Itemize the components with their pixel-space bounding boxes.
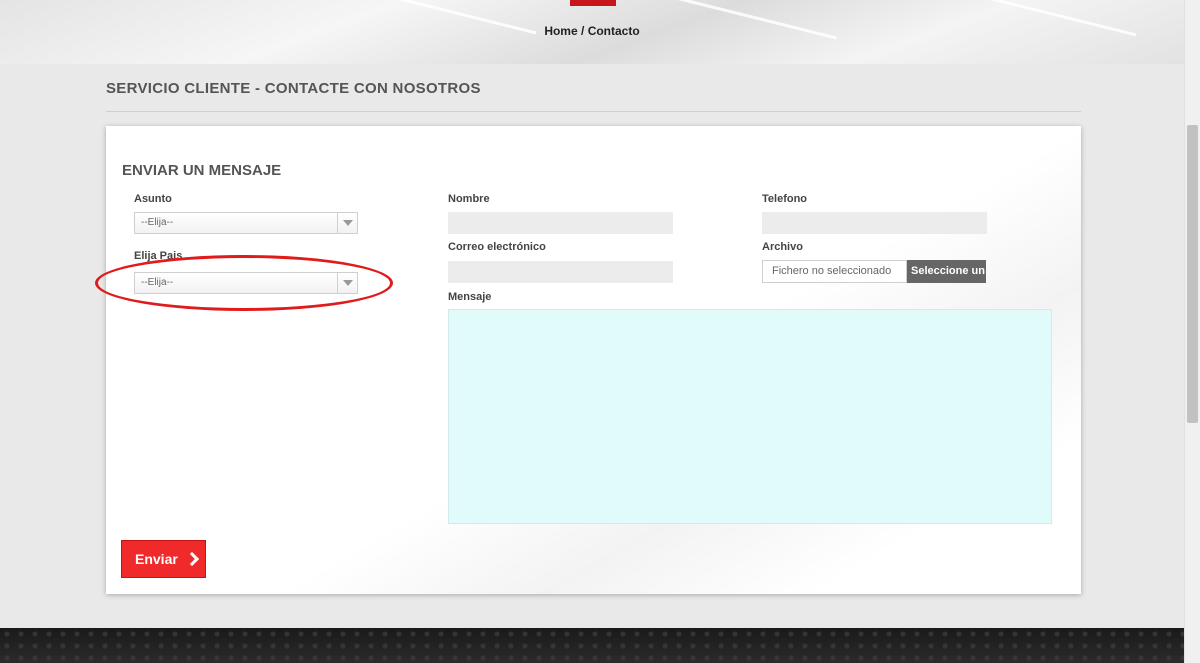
email-input[interactable] xyxy=(448,261,673,283)
breadcrumb-home-link[interactable]: Home xyxy=(544,24,577,38)
chevron-down-icon xyxy=(337,213,357,233)
asunto-label: Asunto xyxy=(134,193,172,205)
footer-pattern xyxy=(0,628,1184,663)
title-divider xyxy=(106,111,1081,112)
breadcrumb: Home / Contacto xyxy=(0,24,1184,38)
submit-label: Enviar xyxy=(135,551,178,567)
footer xyxy=(0,628,1184,663)
asunto-selected-value: --Elija-- xyxy=(141,217,174,228)
breadcrumb-separator: / xyxy=(581,24,585,38)
file-name-display: Fichero no seleccionado xyxy=(762,260,907,283)
scrollbar-thumb[interactable] xyxy=(1187,125,1198,423)
submit-button[interactable]: Enviar xyxy=(121,540,206,578)
correo-label: Correo electrónico xyxy=(448,241,546,253)
page-scrollbar[interactable] xyxy=(1184,0,1200,663)
form-title: ENVIAR UN MENSAJE xyxy=(122,162,282,179)
mensaje-label: Mensaje xyxy=(448,291,492,303)
breadcrumb-current: Contacto xyxy=(587,24,640,38)
chevron-right-icon xyxy=(184,551,199,567)
nombre-input[interactable] xyxy=(448,212,673,234)
asunto-select[interactable]: --Elija-- xyxy=(134,212,358,234)
archivo-label: Archivo xyxy=(762,241,803,253)
telefono-input[interactable] xyxy=(762,212,987,234)
hero-banner: Home / Contacto xyxy=(0,0,1184,64)
file-select-button[interactable]: Seleccione un xyxy=(907,260,986,283)
page-title: SERVICIO CLIENTE - CONTACTE CON NOSOTROS xyxy=(106,80,481,97)
telefono-label: Telefono xyxy=(762,193,808,205)
accent-bar xyxy=(570,0,616,6)
message-textarea[interactable] xyxy=(448,309,1052,524)
nombre-label: Nombre xyxy=(448,193,490,205)
highlight-ellipse xyxy=(95,255,393,311)
contact-form-card: ENVIAR UN MENSAJE Asunto --Elija-- Elija… xyxy=(106,126,1081,594)
